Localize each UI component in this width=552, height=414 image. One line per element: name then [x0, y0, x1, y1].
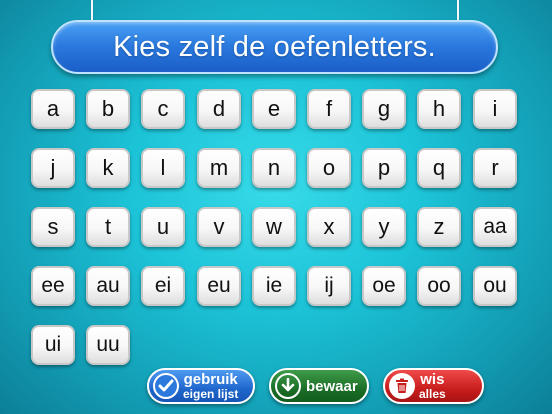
letter-tile-eu[interactable]: eu: [197, 266, 241, 306]
clear-all-button[interactable]: wis alles: [383, 368, 484, 404]
letter-tile-u[interactable]: u: [141, 207, 185, 247]
letter-tile-e[interactable]: e: [252, 89, 296, 129]
trash-icon: [389, 373, 415, 399]
letter-tile-s[interactable]: s: [31, 207, 75, 247]
checkmark-icon: [153, 373, 179, 399]
letter-tile-n[interactable]: n: [252, 148, 296, 188]
letter-tile-ou[interactable]: ou: [473, 266, 517, 306]
letter-tile-au[interactable]: au: [86, 266, 130, 306]
letter-tile-y[interactable]: y: [362, 207, 406, 247]
letter-tile-i[interactable]: i: [473, 89, 517, 129]
letter-tile-uu[interactable]: uu: [86, 325, 130, 365]
letter-tile-k[interactable]: k: [86, 148, 130, 188]
letter-tile-b[interactable]: b: [86, 89, 130, 129]
letter-tile-ei[interactable]: ei: [141, 266, 185, 306]
letter-tile-l[interactable]: l: [141, 148, 185, 188]
letter-tile-c[interactable]: c: [141, 89, 185, 129]
letter-tile-x[interactable]: x: [307, 207, 351, 247]
title-banner: Kies zelf de oefenletters.: [51, 20, 498, 74]
letter-tile-h[interactable]: h: [417, 89, 461, 129]
letter-tile-m[interactable]: m: [197, 148, 241, 188]
clear-all-label-line2: alles: [419, 387, 446, 401]
letter-tile-r[interactable]: r: [473, 148, 517, 188]
use-own-list-label-line2: eigen lijst: [183, 387, 239, 401]
letter-tile-z[interactable]: z: [417, 207, 461, 247]
download-icon: [275, 373, 301, 399]
letter-tile-ui[interactable]: ui: [31, 325, 75, 365]
save-button[interactable]: bewaar: [269, 368, 369, 404]
clear-all-label-line1: wis: [420, 371, 445, 388]
letter-tile-o[interactable]: o: [307, 148, 351, 188]
use-own-list-label-line1: gebruik: [183, 371, 238, 388]
letter-tile-t[interactable]: t: [86, 207, 130, 247]
letter-tile-a[interactable]: a: [31, 89, 75, 129]
letter-tile-ee[interactable]: ee: [31, 266, 75, 306]
letter-tile-j[interactable]: j: [31, 148, 75, 188]
letter-tile-v[interactable]: v: [197, 207, 241, 247]
letter-tile-p[interactable]: p: [362, 148, 406, 188]
letter-tile-ij[interactable]: ij: [307, 266, 351, 306]
save-label: bewaar: [306, 377, 358, 395]
letter-tile-oo[interactable]: oo: [417, 266, 461, 306]
use-own-list-button[interactable]: gebruik eigen lijst: [147, 368, 255, 404]
letter-tile-f[interactable]: f: [307, 89, 351, 129]
letter-tile-oe[interactable]: oe: [362, 266, 406, 306]
page-title: Kies zelf de oefenletters.: [113, 30, 436, 63]
letter-tile-q[interactable]: q: [417, 148, 461, 188]
letter-tile-g[interactable]: g: [362, 89, 406, 129]
letter-tile-ie[interactable]: ie: [252, 266, 296, 306]
letter-tile-d[interactable]: d: [197, 89, 241, 129]
letter-tile-aa[interactable]: aa: [473, 207, 517, 247]
letter-tile-w[interactable]: w: [252, 207, 296, 247]
